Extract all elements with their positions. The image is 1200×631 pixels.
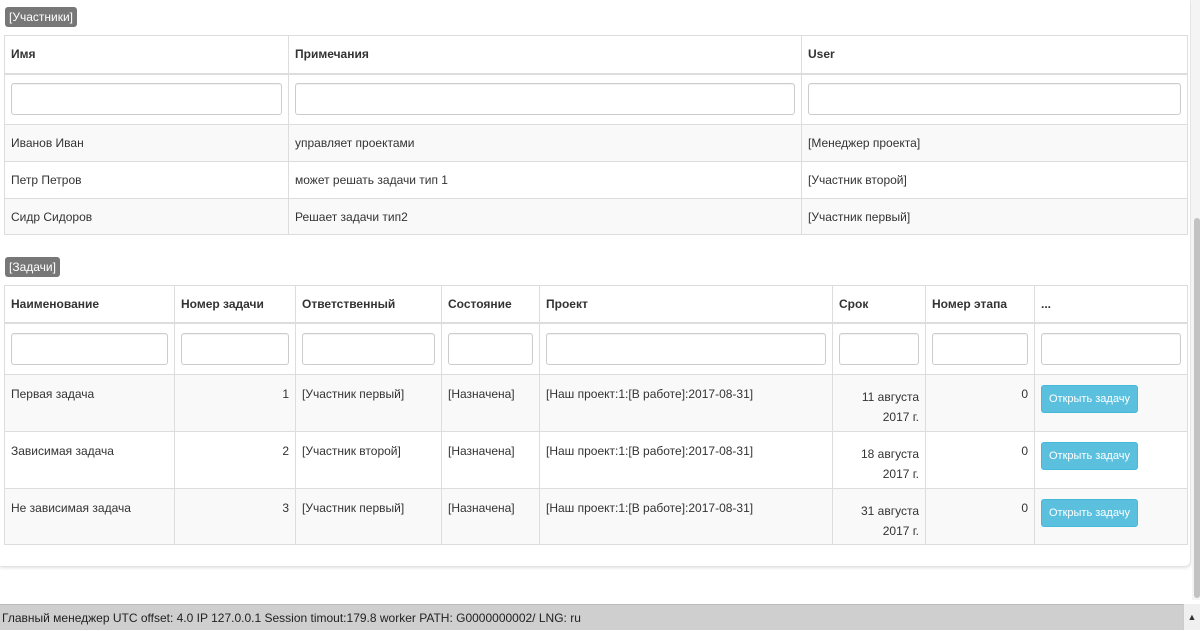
open-task-button[interactable]: Открыть задачу	[1041, 385, 1138, 413]
task-state: [Назначена]	[441, 374, 540, 432]
scroll-up-arrow-icon[interactable]: ▲	[1183, 604, 1200, 630]
participant-user: [Участник второй]	[801, 161, 1188, 199]
participants-header-row: Имя Примечания User	[4, 35, 1188, 75]
table-row[interactable]: Зависимая задача 2 [Участник второй] [На…	[4, 431, 1188, 489]
task-responsible: [Участник второй]	[295, 431, 442, 489]
column-header-state[interactable]: Состояние	[441, 285, 540, 324]
participant-name: Петр Петров	[4, 161, 289, 199]
tasks-header-row: Наименование Номер задачи Ответственный …	[4, 285, 1188, 324]
filter-name-input[interactable]	[11, 83, 282, 116]
task-responsible: [Участник первый]	[295, 488, 442, 545]
table-row[interactable]: Сидр Сидоров Решает задачи тип2 [Участни…	[4, 198, 1188, 235]
content-panel: [Участники] Имя Примечания User Иванов И…	[0, 0, 1191, 567]
filter-project-input[interactable]	[546, 332, 826, 365]
filter-responsible-input[interactable]	[302, 332, 435, 365]
participant-user: [Менеджер проекта]	[801, 124, 1188, 162]
column-header-notes[interactable]: Примечания	[288, 35, 802, 75]
filter-task-number-input[interactable]	[181, 332, 289, 365]
filter-title-input[interactable]	[11, 332, 168, 365]
participant-notes: управляет проектами	[288, 124, 802, 162]
column-header-actions: ...	[1034, 285, 1188, 324]
task-state: [Назначена]	[441, 431, 540, 489]
table-row[interactable]: Не зависимая задача 3 [Участник первый] …	[4, 488, 1188, 545]
task-number: 1	[174, 374, 296, 432]
task-deadline: 11 августа 2017 г.	[832, 374, 926, 432]
table-row[interactable]: Иванов Иван управляет проектами [Менедже…	[4, 124, 1188, 162]
task-stage-number: 0	[925, 374, 1035, 432]
filter-state-input[interactable]	[448, 332, 533, 365]
table-row[interactable]: Первая задача 1 [Участник первый] [Назна…	[4, 374, 1188, 432]
task-stage-number: 0	[925, 488, 1035, 545]
column-header-responsible[interactable]: Ответственный	[295, 285, 442, 324]
task-number: 3	[174, 488, 296, 545]
vertical-scrollbar-thumb[interactable]	[1194, 218, 1200, 598]
tasks-section-label: [Задачи]	[5, 257, 60, 277]
column-header-deadline[interactable]: Срок	[832, 285, 926, 324]
task-stage-number: 0	[925, 431, 1035, 489]
task-project: [Наш проект:1:[В работе]:2017-08-31]	[539, 431, 833, 489]
filter-stage-input[interactable]	[932, 332, 1028, 365]
column-header-user[interactable]: User	[801, 35, 1188, 75]
task-state: [Назначена]	[441, 488, 540, 545]
participant-notes: Решает задачи тип2	[288, 198, 802, 235]
participants-section-label: [Участники]	[5, 7, 77, 27]
participants-table: Имя Примечания User Иванов Иван управляе…	[4, 35, 1188, 235]
filter-notes-input[interactable]	[295, 83, 795, 116]
tasks-table: Наименование Номер задачи Ответственный …	[4, 285, 1188, 545]
task-project: [Наш проект:1:[В работе]:2017-08-31]	[539, 488, 833, 545]
task-deadline: 31 августа 2017 г.	[832, 488, 926, 545]
open-task-button[interactable]: Открыть задачу	[1041, 442, 1138, 470]
participant-user: [Участник первый]	[801, 198, 1188, 235]
participant-name: Сидр Сидоров	[4, 198, 289, 235]
filter-deadline-input[interactable]	[839, 332, 919, 365]
column-header-stage-number[interactable]: Номер этапа	[925, 285, 1035, 324]
column-header-project[interactable]: Проект	[539, 285, 833, 324]
table-row[interactable]: Петр Петров может решать задачи тип 1 [У…	[4, 161, 1188, 199]
participants-filter-row	[4, 73, 1188, 125]
filter-user-input[interactable]	[808, 83, 1181, 116]
task-actions-cell: Открыть задачу	[1034, 374, 1188, 432]
task-actions-cell: Открыть задачу	[1034, 431, 1188, 489]
filter-actions-input[interactable]	[1041, 332, 1181, 365]
task-deadline: 18 августа 2017 г.	[832, 431, 926, 489]
task-number: 2	[174, 431, 296, 489]
tasks-filter-row	[4, 322, 1188, 375]
participant-name: Иванов Иван	[4, 124, 289, 162]
participant-notes: может решать задачи тип 1	[288, 161, 802, 199]
status-bar: Главный менеджер UTC offset: 4.0 IP 127.…	[0, 604, 1183, 630]
column-header-task-number[interactable]: Номер задачи	[174, 285, 296, 324]
column-header-title[interactable]: Наименование	[4, 285, 175, 324]
task-title: Не зависимая задача	[4, 488, 175, 545]
task-responsible: [Участник первый]	[295, 374, 442, 432]
column-header-name[interactable]: Имя	[4, 35, 289, 75]
task-title: Зависимая задача	[4, 431, 175, 489]
open-task-button[interactable]: Открыть задачу	[1041, 499, 1138, 527]
task-project: [Наш проект:1:[В работе]:2017-08-31]	[539, 374, 833, 432]
task-title: Первая задача	[4, 374, 175, 432]
task-actions-cell: Открыть задачу	[1034, 488, 1188, 545]
